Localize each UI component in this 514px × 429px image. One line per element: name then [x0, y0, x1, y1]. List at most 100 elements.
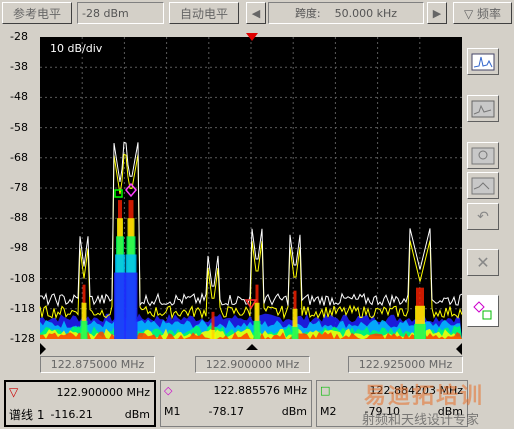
x-tick-label-right: 122.925000 MHz: [348, 356, 463, 373]
peak-column: [116, 236, 124, 339]
watermark: 易迪拓培训 射频和天线设计专家: [360, 378, 514, 429]
span-increase-button[interactable]: ▶: [427, 2, 447, 24]
spectrum-marker-label: 谱线 1: [9, 408, 45, 422]
square-icon: □: [320, 384, 331, 397]
max-hold-line: [39, 141, 463, 308]
peak-column: [254, 302, 260, 339]
peak-column: [292, 308, 298, 339]
y-tick-label: -58: [10, 120, 28, 134]
frequency-button[interactable]: ▽ 频率: [453, 2, 512, 24]
waterfall-view-button[interactable]: [467, 95, 499, 122]
spectrum-marker-icon: [244, 299, 258, 310]
persistence-band: [40, 319, 462, 339]
zoom-button[interactable]: [467, 142, 499, 169]
x-tick-label-left: 122.875000 MHz: [40, 356, 155, 373]
y-tick-label: -128: [10, 332, 35, 345]
scale-label: 10 dB/div: [50, 42, 103, 55]
peak-column: [115, 254, 125, 339]
center-freq-marker-icon: [246, 33, 258, 41]
peak-column: [118, 200, 122, 339]
spectrum-marker-value: -116.21: [50, 408, 93, 421]
peak-column: [211, 311, 215, 339]
spectrum-view-icon: [471, 53, 495, 70]
y-tick-label: -108: [10, 271, 35, 285]
peak-column: [117, 218, 123, 339]
m1-unit: dBm: [281, 405, 307, 418]
peak-column: [82, 284, 86, 339]
peak-column: [253, 320, 261, 339]
y-tick-label: -88: [10, 211, 28, 225]
m1-label: M1: [164, 405, 181, 418]
m1-marker-panel[interactable]: ◇ 122.885576 MHz M1 -78.17 dBm: [160, 380, 312, 427]
waterfall-view-icon: [471, 100, 495, 117]
peak-column: [127, 218, 135, 339]
m1-value: -78.17: [208, 405, 244, 418]
y-tick-label: -38: [10, 60, 28, 74]
spectrum-marker-icon: ▽: [9, 385, 19, 399]
m2-marker-icon: [114, 189, 123, 198]
y-tick-label: -68: [10, 150, 28, 164]
span-label: 跨度:: [294, 7, 321, 20]
span-field[interactable]: 跨度: 50.000 kHz: [268, 2, 424, 24]
marker-toggle-button[interactable]: [467, 295, 499, 327]
span-value: 50.000 kHz: [334, 6, 398, 20]
y-tick-label: -78: [10, 181, 28, 194]
watermark-title: 易迪拓培训: [364, 384, 485, 409]
peak-column: [415, 305, 425, 339]
left-arrow-icon: ◀: [251, 6, 261, 20]
marker-toggle-icon: [473, 301, 492, 320]
spectrum-marker-panel[interactable]: ▽ 122.900000 MHz 谱线 1 -116.21 dBm: [4, 380, 156, 427]
peak-column: [114, 272, 126, 339]
m2-label: M2: [320, 405, 337, 418]
peak-column: [293, 290, 297, 339]
auto-ref-button[interactable]: 自动电平: [169, 2, 239, 24]
marker-list-icon: [471, 177, 495, 194]
clear-icon: ✕: [476, 253, 490, 272]
y-tick-label: -28: [10, 30, 28, 43]
auto-ref-label: 自动电平: [179, 6, 228, 21]
y-tick-label: -48: [10, 90, 28, 104]
peak-column: [125, 254, 137, 339]
persistence-band: [40, 331, 462, 339]
center-marker-icon: [246, 344, 258, 350]
peak-column: [124, 272, 138, 339]
right-arrow-icon: ▶: [432, 6, 442, 20]
plot-background: [40, 37, 462, 339]
right-edge-marker-icon: [456, 343, 462, 355]
y-tick-label: -98: [10, 241, 28, 255]
peak-column: [414, 323, 426, 339]
marker-list-button[interactable]: [467, 172, 499, 199]
peak-column: [416, 287, 424, 339]
peak-column: [255, 284, 259, 339]
trace-line: [39, 153, 463, 320]
ref-level-label: 参考电平: [12, 6, 61, 21]
m1-marker-icon: [125, 182, 137, 198]
peak-column: [81, 302, 87, 339]
x-tick-label-center: 122.900000 MHz: [195, 356, 310, 373]
y-tick-label: -118: [10, 301, 35, 315]
undo-icon: ↶: [477, 208, 489, 225]
peak-column: [80, 320, 88, 339]
ref-level-field[interactable]: -28 dBm: [77, 2, 164, 24]
spectrum-view-button[interactable]: [467, 48, 499, 75]
persistence-band: [40, 325, 462, 339]
zoom-icon: [471, 147, 495, 164]
peak-column: [291, 326, 299, 339]
left-edge-marker-icon: [40, 343, 46, 355]
peak-column: [210, 329, 216, 339]
spectrum-marker-unit: dBm: [124, 408, 150, 421]
ref-level-value: -28 dBm: [82, 6, 129, 20]
persistence-band: [40, 313, 462, 339]
diamond-icon: ◇: [164, 384, 173, 397]
spectrum-marker-freq: 122.900000 MHz: [56, 385, 150, 399]
frequency-label: ▽ 频率: [463, 6, 502, 21]
peak-column: [126, 236, 136, 339]
undo-button[interactable]: ↶: [467, 203, 499, 230]
ref-level-button[interactable]: 参考电平: [2, 2, 72, 24]
persistence-band: [40, 328, 462, 339]
clear-button[interactable]: ✕: [467, 249, 499, 276]
span-decrease-button[interactable]: ◀: [246, 2, 266, 24]
peak-column: [128, 200, 134, 339]
watermark-subtitle: 射频和天线设计专家: [362, 413, 480, 428]
m1-freq: 122.885576 MHz: [213, 384, 307, 397]
